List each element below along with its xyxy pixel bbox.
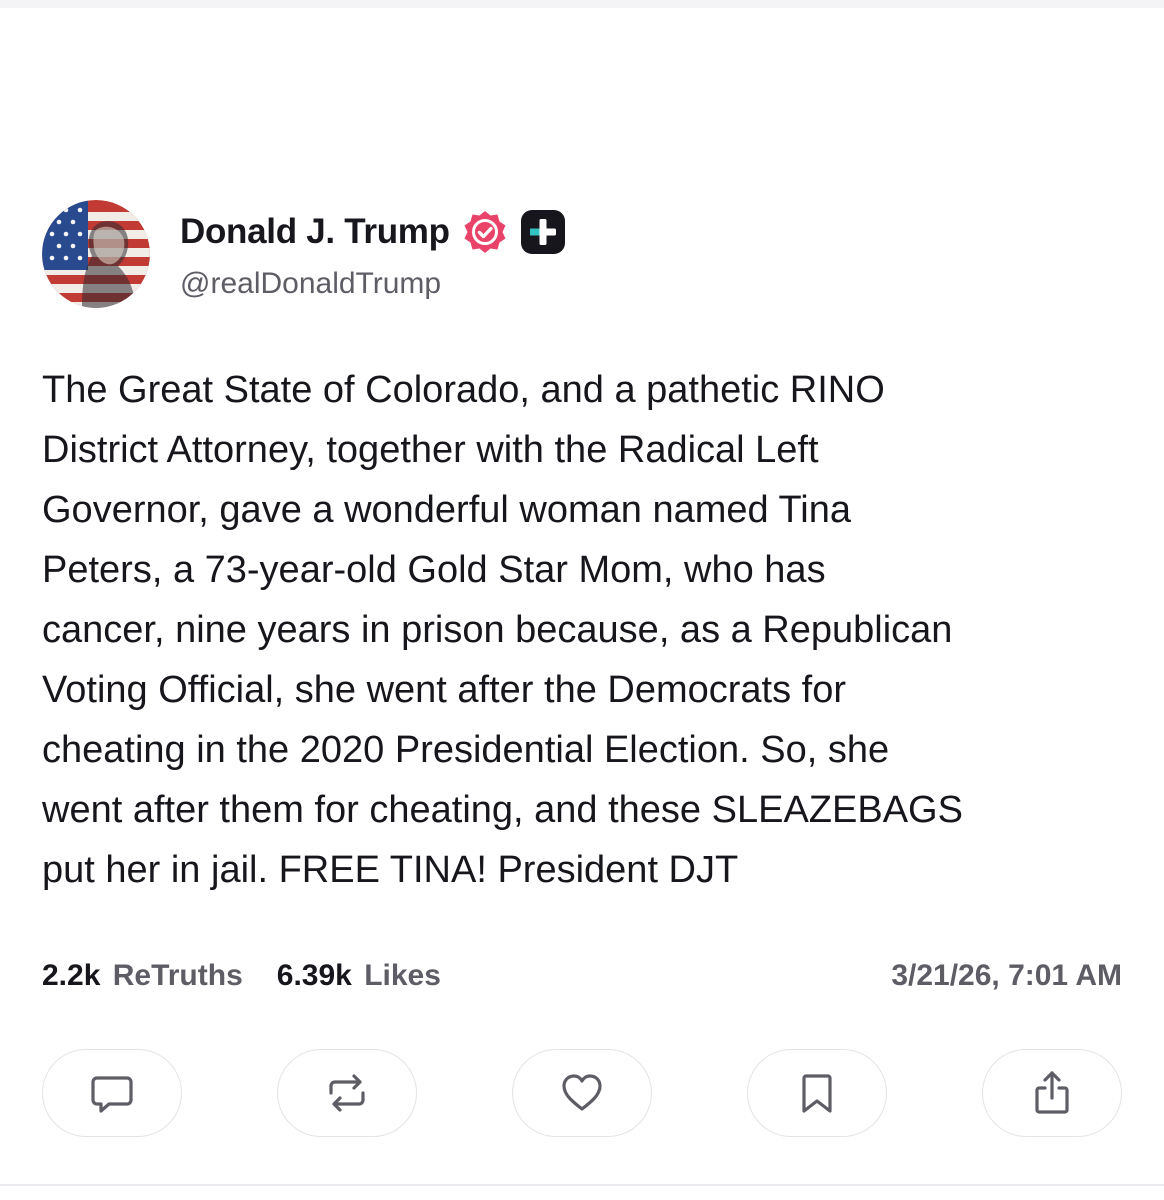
chat-bubble-icon [91,1076,133,1113]
truth-plus-icon [520,209,566,255]
repost-icon [329,1074,365,1112]
post-card: Donald J. Trump @realDonaldTrump The Gre… [42,198,1122,900]
retruths-stat[interactable]: 2.2k ReTruths [42,959,243,993]
heart-icon [562,1074,602,1111]
share-icon [1035,1071,1069,1114]
bookmark-icon [802,1074,832,1113]
action-bar [42,1049,1122,1139]
bottom-divider [0,1184,1164,1186]
name-row: Donald J. Trump [180,207,566,257]
display-name[interactable]: Donald J. Trump [180,212,450,252]
share-button[interactable] [982,1049,1122,1137]
post-timestamp: 3/21/26, 7:01 AM [891,959,1122,992]
bookmark-button[interactable] [747,1049,887,1137]
retruths-count: 2.2k [42,959,101,992]
top-edge [0,0,1164,8]
like-button[interactable] [512,1049,652,1137]
verified-badge-icon [462,209,508,255]
retruth-button[interactable] [277,1049,417,1137]
likes-count: 6.39k [276,959,352,992]
likes-stat[interactable]: 6.39k Likes [277,959,441,993]
author-identity: Donald J. Trump @realDonaldTrump [180,207,566,301]
avatar-image [42,200,150,308]
author-handle[interactable]: @realDonaldTrump [180,267,566,301]
retruths-label: ReTruths [112,959,243,992]
post-stats: 2.2k ReTruths 6.39k Likes 3/21/26, 7:01 … [42,952,1122,1000]
likes-label: Likes [364,959,441,992]
post-header: Donald J. Trump @realDonaldTrump [42,198,1122,310]
post-text: The Great State of Colorado, and a pathe… [42,369,963,891]
reply-button[interactable] [42,1049,182,1137]
avatar[interactable] [42,200,150,308]
